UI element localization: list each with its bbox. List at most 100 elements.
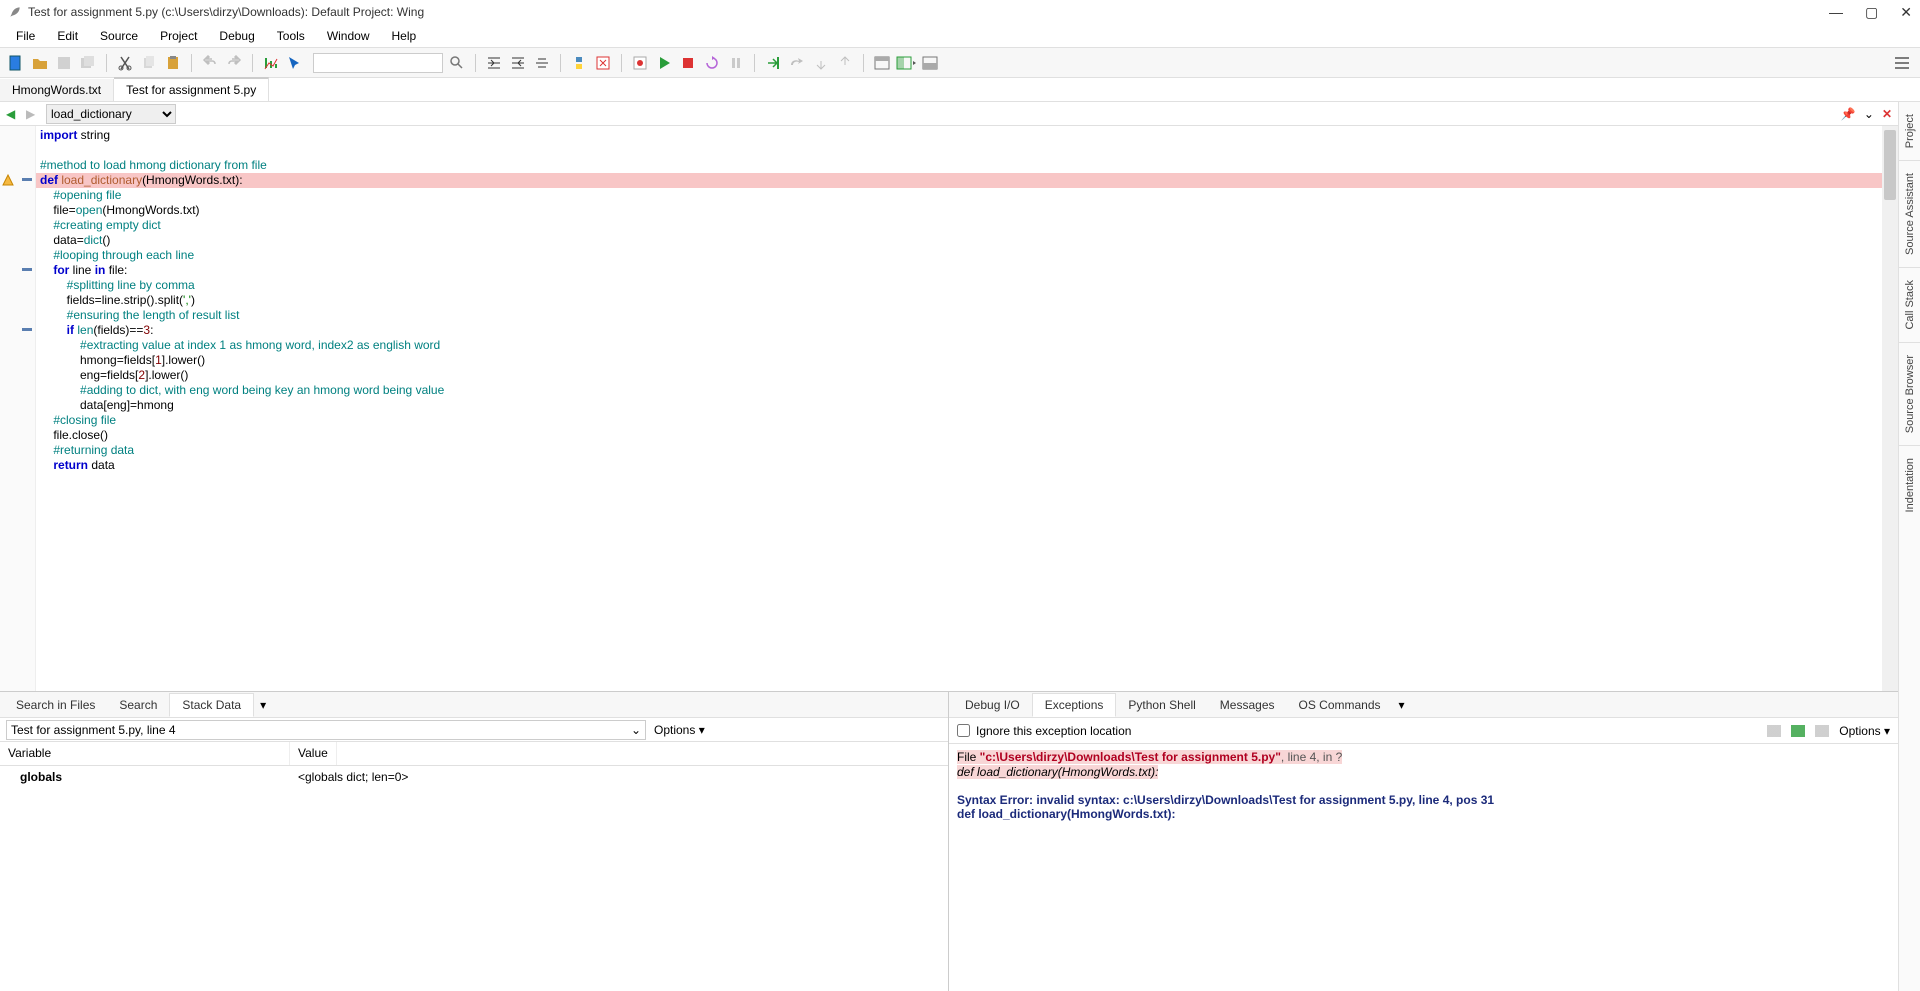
close-button[interactable]: ✕ — [1900, 4, 1912, 21]
exception-output[interactable]: File "c:\Users\dirzy\Downloads\Test for … — [949, 744, 1898, 991]
file-tab[interactable]: HmongWords.txt — [0, 79, 114, 101]
layout-icon-2[interactable] — [896, 53, 916, 73]
code-line[interactable]: #opening file — [36, 188, 1882, 203]
ignore-exception-checkbox[interactable] — [957, 724, 970, 737]
fold-marker[interactable]: ▬ — [22, 323, 32, 334]
code-line[interactable]: import string — [36, 128, 1882, 143]
goto-cursor-icon[interactable] — [285, 53, 305, 73]
error-marker-icon[interactable] — [2, 174, 14, 186]
side-tab-source-assistant[interactable]: Source Assistant — [1902, 161, 1918, 267]
left-tab-search-in-files[interactable]: Search in Files — [4, 694, 107, 716]
code-line[interactable]: data=dict() — [36, 233, 1882, 248]
symbol-selector[interactable]: load_dictionary — [46, 104, 176, 124]
debug-config-icon[interactable] — [593, 53, 613, 73]
side-tab-call-stack[interactable]: Call Stack — [1902, 268, 1918, 342]
right-tab-debug-i-o[interactable]: Debug I/O — [953, 694, 1032, 716]
code-line[interactable]: #looping through each line — [36, 248, 1882, 263]
step-return-icon[interactable] — [835, 53, 855, 73]
menu-file[interactable]: File — [6, 27, 45, 45]
layout-icon-3[interactable] — [920, 53, 940, 73]
right-panel-more-icon[interactable]: ▾ — [1393, 698, 1411, 712]
right-tab-python-shell[interactable]: Python Shell — [1116, 694, 1207, 716]
menu-help[interactable]: Help — [382, 27, 427, 45]
run-icon[interactable] — [654, 53, 674, 73]
step-over-icon[interactable] — [787, 53, 807, 73]
indent-right-icon[interactable] — [484, 53, 504, 73]
menu-window[interactable]: Window — [317, 27, 380, 45]
file-tab[interactable]: Test for assignment 5.py — [114, 77, 269, 101]
indent-left-icon[interactable] — [508, 53, 528, 73]
stack-location-select[interactable]: Test for assignment 5.py, line 4⌄ — [6, 720, 646, 740]
minimize-button[interactable]: — — [1829, 4, 1843, 21]
paste-icon[interactable] — [163, 53, 183, 73]
copy-icon[interactable] — [139, 53, 159, 73]
code-line[interactable]: #adding to dict, with eng word being key… — [36, 383, 1882, 398]
python-icon[interactable] — [569, 53, 589, 73]
code-line[interactable]: eng=fields[2].lower() — [36, 368, 1882, 383]
code-line[interactable]: hmong=fields[1].lower() — [36, 353, 1882, 368]
editor-gutter[interactable]: ▬▬▬ — [0, 126, 36, 691]
code-line[interactable]: file=open(HmongWords.txt) — [36, 203, 1882, 218]
code-line[interactable]: #extracting value at index 1 as hmong wo… — [36, 338, 1882, 353]
side-tab-indentation[interactable]: Indentation — [1902, 446, 1918, 524]
redo-icon[interactable] — [224, 53, 244, 73]
cut-icon[interactable] — [115, 53, 135, 73]
code-line[interactable]: file.close() — [36, 428, 1882, 443]
left-panel-more-icon[interactable]: ▾ — [254, 698, 272, 712]
code-line[interactable]: return data — [36, 458, 1882, 473]
code-line[interactable]: def load_dictionary(HmongWords.txt): — [36, 173, 1882, 188]
menu-edit[interactable]: Edit — [47, 27, 88, 45]
vertical-scrollbar[interactable] — [1882, 126, 1898, 691]
right-tab-exceptions[interactable]: Exceptions — [1032, 693, 1117, 717]
code-line[interactable]: if len(fields)==3: — [36, 323, 1882, 338]
right-tab-os-commands[interactable]: OS Commands — [1287, 694, 1393, 716]
right-options-button[interactable]: Options ▾ — [1839, 724, 1890, 738]
save-all-icon[interactable] — [78, 53, 98, 73]
left-tab-stack-data[interactable]: Stack Data — [169, 693, 254, 717]
right-tab-messages[interactable]: Messages — [1208, 694, 1287, 716]
menu-tools[interactable]: Tools — [267, 27, 315, 45]
stack-rows[interactable]: globals<globals dict; len=0> — [0, 766, 948, 991]
exc-view-icon-2[interactable] — [1791, 725, 1805, 737]
close-editor-icon[interactable]: ✕ — [1882, 107, 1892, 121]
stack-row[interactable]: globals<globals dict; len=0> — [0, 766, 948, 788]
menu-debug[interactable]: Debug — [209, 27, 264, 45]
undo-icon[interactable] — [200, 53, 220, 73]
menu-source[interactable]: Source — [90, 27, 148, 45]
exc-view-icon-3[interactable] — [1815, 725, 1829, 737]
code-line[interactable]: #method to load hmong dictionary from fi… — [36, 158, 1882, 173]
chevron-down-icon[interactable]: ⌄ — [1864, 107, 1874, 121]
open-file-icon[interactable] — [30, 53, 50, 73]
align-icon[interactable] — [532, 53, 552, 73]
code-editor[interactable]: import string #method to load hmong dict… — [36, 126, 1882, 691]
search-icon[interactable] — [447, 53, 467, 73]
pin-icon[interactable]: 📌 — [1841, 107, 1856, 121]
side-tab-project[interactable]: Project — [1902, 102, 1918, 160]
layout-icon-1[interactable] — [872, 53, 892, 73]
step-out-icon[interactable] — [811, 53, 831, 73]
hamburger-menu-icon[interactable] — [1894, 56, 1910, 70]
code-line[interactable]: #splitting line by comma — [36, 278, 1882, 293]
maximize-button[interactable]: ▢ — [1865, 4, 1878, 21]
exc-view-icon-1[interactable] — [1767, 725, 1781, 737]
save-icon[interactable] — [54, 53, 74, 73]
code-line[interactable]: #closing file — [36, 413, 1882, 428]
menu-project[interactable]: Project — [150, 27, 207, 45]
left-options-button[interactable]: Options ▾ — [654, 723, 705, 737]
search-input[interactable] — [313, 53, 443, 73]
stop-icon[interactable] — [678, 53, 698, 73]
fold-marker[interactable]: ▬ — [22, 173, 32, 184]
code-line[interactable]: #ensuring the length of result list — [36, 308, 1882, 323]
nav-forward-icon[interactable]: ▶ — [26, 107, 40, 121]
code-line[interactable]: data[eng]=hmong — [36, 398, 1882, 413]
code-line[interactable]: #returning data — [36, 443, 1882, 458]
code-line[interactable]: fields=line.strip().split(',') — [36, 293, 1882, 308]
nav-back-icon[interactable]: ◀ — [6, 107, 20, 121]
restart-icon[interactable] — [702, 53, 722, 73]
step-into-icon[interactable] — [763, 53, 783, 73]
breakpoint-icon[interactable] — [630, 53, 650, 73]
pause-icon[interactable] — [726, 53, 746, 73]
eval-icon[interactable] — [261, 53, 281, 73]
code-line[interactable]: #creating empty dict — [36, 218, 1882, 233]
code-line[interactable]: for line in file: — [36, 263, 1882, 278]
